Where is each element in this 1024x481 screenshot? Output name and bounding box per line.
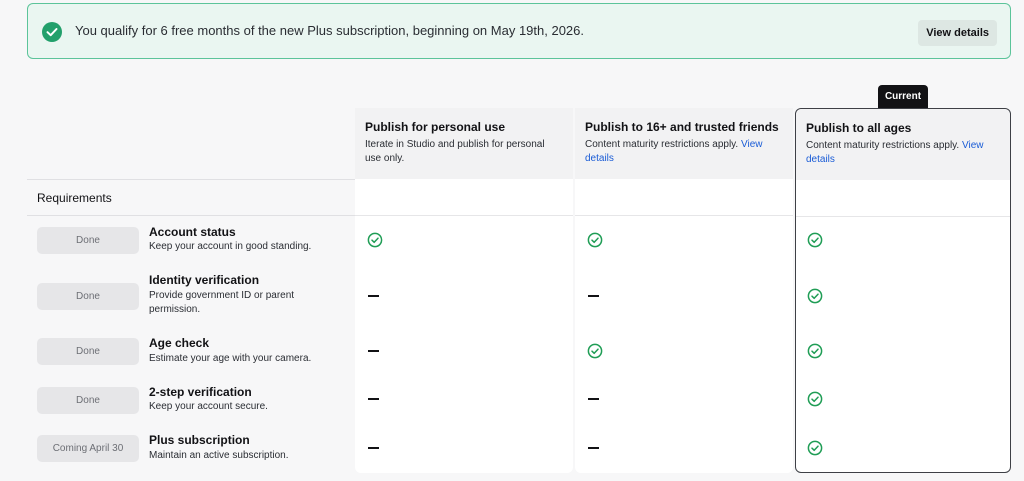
tier-column-personal: Publish for personal use Iterate in Stud…: [355, 108, 573, 473]
dash-icon: [588, 447, 599, 449]
status-badge: Done: [37, 387, 139, 414]
tier-title: Publish to 16+ and trusted friends: [585, 120, 779, 134]
dash-icon: [588, 398, 599, 400]
requirement-description: Provide government ID or parent permissi…: [149, 290, 295, 315]
requirement-description: Keep your account in good standing.: [149, 241, 312, 252]
divider: [27, 215, 355, 216]
dash-icon: [368, 350, 379, 352]
tier-title: Publish to all ages: [806, 121, 912, 135]
tier-description-text: Iterate in Studio and publish for person…: [365, 139, 545, 164]
requirement-name: Identity verification: [149, 273, 260, 287]
requirement-description: Estimate your age with your camera.: [149, 353, 312, 364]
divider: [796, 216, 1010, 217]
current-tag: Current: [878, 85, 928, 108]
requirement-description: Keep your account secure.: [149, 401, 268, 412]
dash-icon: [588, 295, 599, 297]
check-circle-icon: [807, 391, 823, 407]
status-badge: Done: [37, 338, 139, 365]
view-details-button[interactable]: View details: [918, 20, 997, 46]
tier-header: Publish to all ages Content maturity res…: [796, 109, 1010, 180]
divider: [355, 215, 573, 216]
dash-icon: [368, 295, 379, 297]
check-circle-icon: [367, 232, 383, 248]
status-badge: Done: [37, 283, 139, 310]
tier-description-text: Content maturity restrictions apply.: [585, 139, 739, 150]
check-circle-icon: [587, 343, 603, 359]
status-badge: Coming April 30: [37, 435, 139, 462]
tier-description: Content maturity restrictions apply. Vie…: [806, 139, 1004, 167]
qualify-banner: You qualify for 6 free months of the new…: [27, 3, 1011, 59]
check-circle-icon: [807, 232, 823, 248]
tier-header: Publish to 16+ and trusted friends Conte…: [575, 108, 793, 179]
tier-header: Publish for personal use Iterate in Stud…: [355, 108, 573, 179]
tier-description-text: Content maturity restrictions apply.: [806, 140, 960, 151]
requirement-name: Account status: [149, 225, 236, 239]
check-circle-icon: [807, 343, 823, 359]
tier-title: Publish for personal use: [365, 120, 506, 134]
check-circle-icon: [42, 22, 62, 42]
tier-column-16-plus: Publish to 16+ and trusted friends Conte…: [575, 108, 793, 473]
divider: [575, 215, 793, 216]
check-circle-icon: [807, 440, 823, 456]
tier-description: Content maturity restrictions apply. Vie…: [585, 138, 783, 166]
divider: [27, 179, 355, 180]
requirement-description: Maintain an active subscription.: [149, 450, 289, 461]
requirement-name: Plus subscription: [149, 433, 250, 447]
requirements-label: Requirements: [37, 191, 112, 205]
page: You qualify for 6 free months of the new…: [0, 0, 1024, 481]
tier-description: Iterate in Studio and publish for person…: [365, 138, 563, 166]
tier-column-all-ages: Publish to all ages Content maturity res…: [795, 108, 1011, 473]
dash-icon: [368, 447, 379, 449]
dash-icon: [368, 398, 379, 400]
banner-message: You qualify for 6 free months of the new…: [75, 23, 585, 38]
requirement-name: Age check: [149, 336, 210, 350]
status-badge: Done: [37, 227, 139, 254]
check-circle-icon: [807, 288, 823, 304]
requirement-name: 2-step verification: [149, 385, 252, 399]
check-circle-icon: [587, 232, 603, 248]
